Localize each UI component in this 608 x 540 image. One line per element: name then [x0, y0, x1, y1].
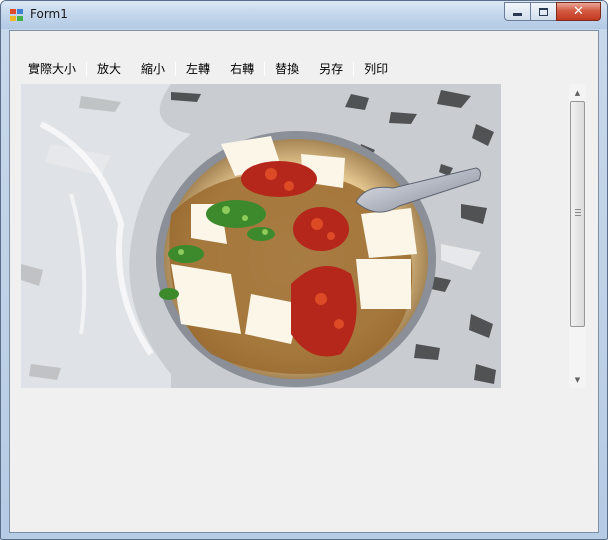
menu-item-rotate-left[interactable]: 左轉 [176, 58, 220, 80]
menu-item-rotate-right[interactable]: 右轉 [220, 58, 264, 80]
maximize-icon [539, 7, 548, 16]
grip-icon [575, 209, 581, 216]
menu-strip: 實際大小 放大 縮小 左轉 右轉 替換 另存 列印 [18, 58, 398, 80]
menu-item-print[interactable]: 列印 [354, 58, 398, 80]
window-title: Form1 [30, 7, 68, 21]
menu-item-zoom-out[interactable]: 縮小 [131, 58, 175, 80]
minimize-button[interactable] [504, 2, 531, 21]
menu-item-actual-size[interactable]: 實際大小 [18, 58, 86, 80]
maximize-button[interactable] [530, 2, 557, 21]
minimize-icon [513, 13, 522, 16]
scroll-down-arrow-icon[interactable]: ▼ [569, 371, 586, 388]
scroll-up-arrow-icon[interactable]: ▲ [569, 84, 586, 101]
caption-buttons: ✕ [504, 2, 601, 21]
food-photo [21, 84, 501, 388]
menu-item-replace[interactable]: 替換 [265, 58, 309, 80]
title-bar[interactable]: Form1 ✕ [1, 1, 607, 29]
close-icon: ✕ [573, 4, 584, 19]
client-area: 實際大小 放大 縮小 左轉 右轉 替換 另存 列印 ▲ ▼ [9, 30, 599, 533]
close-button[interactable]: ✕ [556, 2, 601, 21]
app-window: Form1 ✕ 實際大小 放大 縮小 左轉 右轉 替換 另存 列印 ▲ ▼ [0, 0, 608, 540]
menu-item-save-as[interactable]: 另存 [309, 58, 353, 80]
picture-box[interactable] [21, 84, 501, 388]
app-icon[interactable] [10, 9, 23, 21]
menu-item-zoom-in[interactable]: 放大 [87, 58, 131, 80]
scroll-thumb[interactable] [570, 101, 585, 327]
vertical-scrollbar[interactable]: ▲ ▼ [569, 84, 586, 388]
